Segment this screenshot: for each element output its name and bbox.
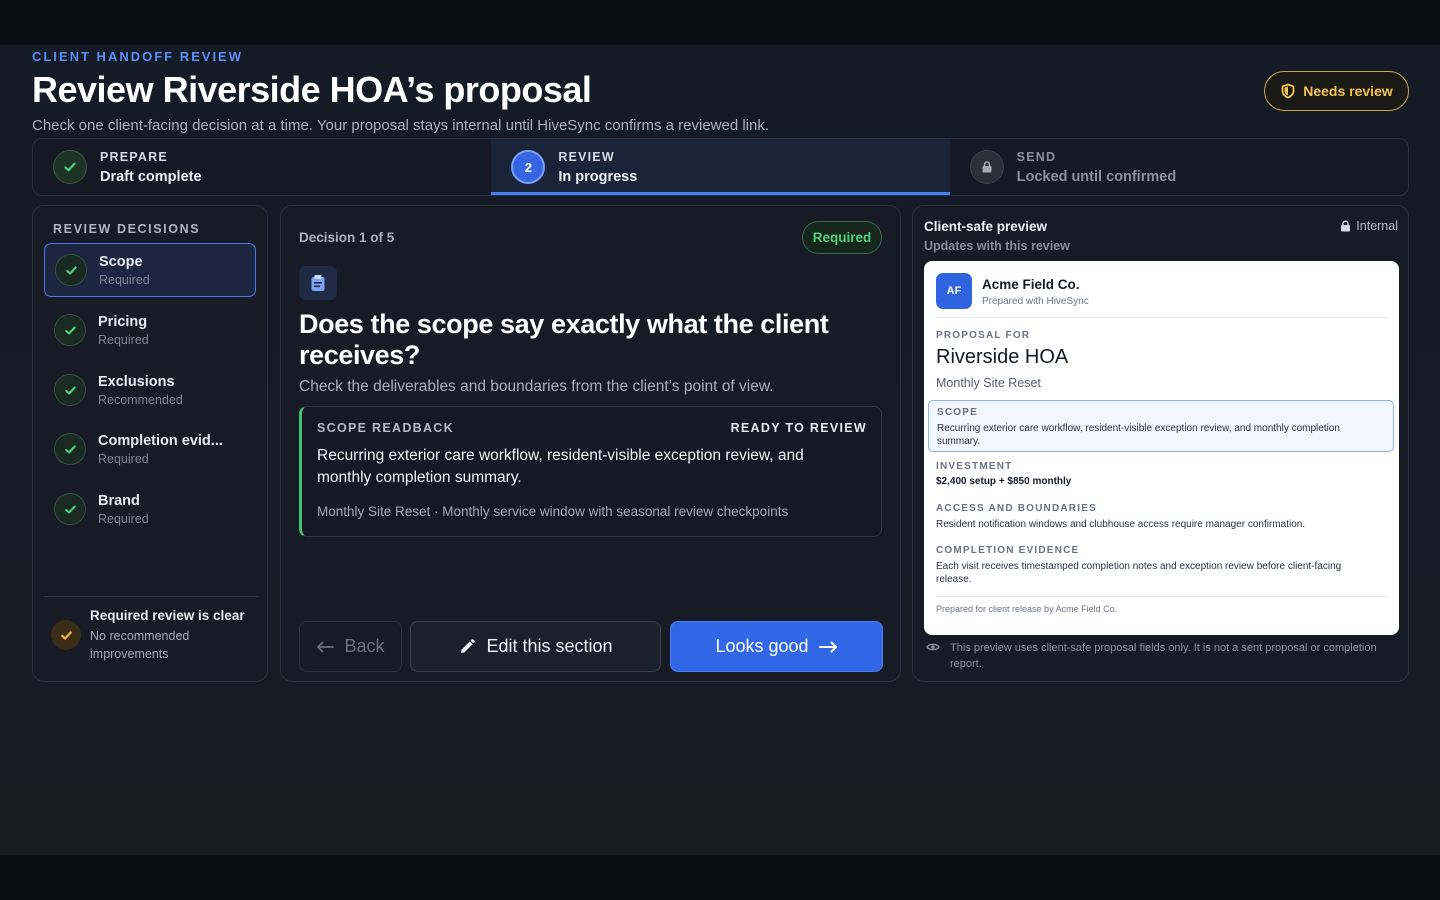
investment-label: INVESTMENT xyxy=(936,461,1013,472)
scope-section-highlight: SCOPE Recurring exterior care workflow, … xyxy=(928,400,1394,452)
access-text: Resident notification windows and clubho… xyxy=(936,519,1306,530)
scope-readback: SCOPE READBACK READY TO REVIEW Recurring… xyxy=(299,406,882,537)
page-subtitle: Check one client-facing decision at a ti… xyxy=(32,117,770,134)
needs-review-label: Needs review xyxy=(1303,83,1393,99)
bottom-letterbox xyxy=(0,855,1440,900)
sidebar-item-status: Required xyxy=(98,511,149,526)
decision-counter: Decision 1 of 5 xyxy=(299,230,395,245)
page-title: Review Riverside HOA’s proposal xyxy=(32,69,592,110)
scope-text: Recurring exterior care workflow, reside… xyxy=(937,423,1340,447)
summary-text: No recommended improvements xyxy=(90,629,190,661)
needs-review-badge[interactable]: Needs review xyxy=(1264,71,1409,111)
back-label: Back xyxy=(344,636,385,656)
sidebar-item-completion-evidence[interactable]: Completion evid... Required xyxy=(44,422,256,476)
evidence-label: COMPLETION EVIDENCE xyxy=(936,545,1080,556)
review-summary: Required review is clear No recommended … xyxy=(51,608,250,663)
readback-status: READY TO REVIEW xyxy=(730,421,867,435)
lock-icon xyxy=(1341,220,1351,232)
divider xyxy=(936,596,1388,597)
summary-title: Required review is clear xyxy=(90,608,245,623)
scope-label: SCOPE xyxy=(937,407,979,418)
step-kicker: SEND xyxy=(1016,149,1057,164)
client-preview-panel: Client-safe preview Updates with this re… xyxy=(912,205,1409,682)
step-kicker: REVIEW xyxy=(558,149,615,164)
sidebar-divider xyxy=(44,596,258,597)
pencil-icon xyxy=(461,638,476,653)
internal-label: Internal xyxy=(1356,219,1398,233)
step-number: 2 xyxy=(511,150,546,184)
edit-section-button[interactable]: Edit this section xyxy=(410,621,661,672)
top-letterbox xyxy=(0,0,1440,45)
review-decisions-panel: REVIEW DECISIONS Scope Required Pricing … xyxy=(32,205,268,682)
preview-subtitle: Updates with this review xyxy=(924,239,1070,253)
sidebar-item-status: Recommended xyxy=(98,392,183,407)
check-icon xyxy=(54,493,86,525)
sidebar-title: REVIEW DECISIONS xyxy=(53,222,201,236)
internal-badge: Internal xyxy=(1340,219,1398,233)
page-eyebrow: CLIENT HANDOFF REVIEW xyxy=(32,49,243,64)
clipboard-icon xyxy=(299,266,337,300)
company-logo: AF xyxy=(936,273,972,309)
lock-icon xyxy=(969,150,1004,184)
sidebar-item-label: Pricing xyxy=(98,313,148,330)
preview-note: This preview uses client-safe proposal f… xyxy=(926,640,1401,672)
progress-stepper: PREPARE Draft complete 2 REVIEW In progr… xyxy=(32,138,1409,196)
looks-good-button[interactable]: Looks good xyxy=(670,621,883,672)
step-label: In progress xyxy=(558,168,638,185)
step-label: Draft complete xyxy=(100,168,202,185)
divider xyxy=(936,317,1388,318)
evidence-text: Each visit receives timestamped completi… xyxy=(936,561,1342,585)
sidebar-item-exclusions[interactable]: Exclusions Recommended xyxy=(44,363,256,417)
check-icon xyxy=(53,150,87,184)
client-name: Riverside HOA xyxy=(936,346,1069,368)
required-badge: Required xyxy=(802,221,882,254)
check-icon xyxy=(54,374,86,406)
preview-title: Client-safe preview xyxy=(924,219,1048,234)
sidebar-item-status: Required xyxy=(98,451,149,466)
check-icon xyxy=(54,433,86,465)
step-review[interactable]: 2 REVIEW In progress xyxy=(491,139,950,195)
check-icon xyxy=(55,254,87,286)
back-button[interactable]: Back xyxy=(299,621,402,672)
step-prepare[interactable]: PREPARE Draft complete xyxy=(33,139,491,195)
looks-good-label: Looks good xyxy=(715,636,809,656)
step-label: Locked until confirmed xyxy=(1016,168,1177,185)
preview-note-text: This preview uses client-safe proposal f… xyxy=(950,642,1377,670)
document-footer: Prepared for client release by Acme Fiel… xyxy=(936,604,1118,614)
review-page: CLIENT HANDOFF REVIEW Review Riverside H… xyxy=(0,45,1440,855)
sidebar-item-label: Completion evid... xyxy=(98,432,223,449)
sidebar-item-scope[interactable]: Scope Required xyxy=(44,243,256,297)
shield-icon xyxy=(1281,83,1295,99)
check-icon xyxy=(51,620,81,650)
prepared-with: Prepared with HiveSync xyxy=(982,296,1089,307)
sidebar-item-brand[interactable]: Brand Required xyxy=(44,482,256,536)
arrow-right-icon xyxy=(818,641,837,652)
step-kicker: PREPARE xyxy=(100,149,168,164)
proposal-for-label: PROPOSAL FOR xyxy=(936,330,1031,341)
access-label: ACCESS AND BOUNDARIES xyxy=(936,503,1097,514)
sidebar-item-pricing[interactable]: Pricing Required xyxy=(44,303,256,357)
readback-meta: Monthly Site Reset · Monthly service win… xyxy=(317,504,789,519)
eye-icon xyxy=(926,643,940,651)
plan-name: Monthly Site Reset xyxy=(936,376,1041,390)
edit-label: Edit this section xyxy=(486,636,613,656)
readback-kicker: SCOPE READBACK xyxy=(317,421,454,435)
sidebar-item-label: Scope xyxy=(99,253,143,270)
check-icon xyxy=(54,314,86,346)
step-send: SEND Locked until confirmed xyxy=(950,139,1408,195)
decision-card: Decision 1 of 5 Required Does the scope … xyxy=(280,205,901,682)
readback-body: Recurring exterior care workflow, reside… xyxy=(317,447,804,486)
sidebar-item-label: Exclusions xyxy=(98,373,175,390)
sidebar-item-label: Brand xyxy=(98,492,140,509)
decision-subtitle: Check the deliverables and boundaries fr… xyxy=(299,378,774,395)
investment-text: $2,400 setup + $850 monthly xyxy=(936,476,1072,487)
decision-question: Does the scope say exactly what the clie… xyxy=(299,309,829,370)
sidebar-item-status: Required xyxy=(99,272,150,287)
sidebar-item-status: Required xyxy=(98,332,149,347)
proposal-preview-document: AF Acme Field Co. Prepared with HiveSync… xyxy=(924,261,1399,635)
arrow-left-icon xyxy=(317,641,335,652)
company-name: Acme Field Co. xyxy=(982,277,1080,292)
